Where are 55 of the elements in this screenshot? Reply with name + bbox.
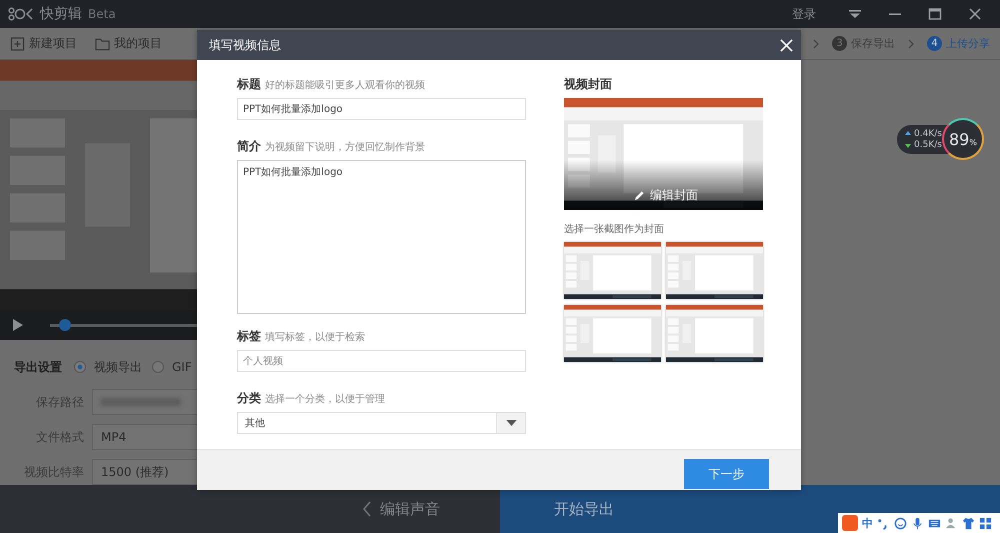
next-button[interactable]: 下一步: [684, 459, 769, 489]
choose-cover-label: 选择一张截图作为封面: [564, 222, 665, 236]
up-arrow-icon: [905, 130, 911, 136]
gauge-percent: 89%: [948, 130, 977, 148]
new-project-button[interactable]: 新建项目: [10, 35, 77, 52]
upload-rate: 0.4K/s: [914, 128, 942, 138]
shirt-icon[interactable]: [962, 516, 975, 530]
settings-title: 导出设置: [14, 358, 62, 376]
field-hint: 选择一个分类，以便于管理: [265, 392, 385, 406]
input-field[interactable]: 个人视频: [237, 350, 526, 372]
caret-icon: [506, 420, 516, 426]
smiley-icon[interactable]: [894, 516, 907, 530]
down-arrow-icon: [905, 142, 911, 148]
chevron-left-icon: [362, 501, 372, 517]
grid-icon[interactable]: [979, 516, 992, 530]
radio-label: 视频导出: [94, 358, 142, 376]
step-number: 3: [832, 36, 847, 51]
field-hint: 好的标题能吸引更多人观看你的视频: [265, 78, 425, 92]
step-number: 4: [927, 36, 942, 51]
field-label: 标签: [237, 328, 261, 345]
radio-button[interactable]: [152, 361, 164, 373]
plus-icon: [10, 36, 25, 50]
app-name: 快剪辑: [40, 5, 82, 23]
field-hint: 填写标签，以便于检索: [265, 330, 365, 344]
my-projects-button[interactable]: 我的项目: [95, 35, 162, 52]
slider-thumb[interactable]: [58, 319, 71, 331]
field-label: 分类: [237, 390, 261, 407]
close-icon[interactable]: [968, 7, 982, 21]
step-label: 上传分享: [946, 36, 990, 51]
play-icon[interactable]: [12, 318, 24, 332]
category-dropdown[interactable]: 其他: [237, 412, 526, 434]
cover-title: 视频封面: [564, 76, 613, 93]
step-tab[interactable]: 4 上传分享: [927, 36, 990, 51]
radio-label: GIF: [172, 360, 192, 374]
beta-label: Beta: [88, 7, 116, 21]
chevron-icon: [812, 38, 820, 50]
chevron-icon: [907, 38, 915, 50]
input-mode[interactable]: 中: [862, 516, 873, 530]
edit-audio-button[interactable]: 编辑声音: [0, 485, 500, 533]
field-label: 简介: [237, 138, 261, 155]
field-label: 标题: [237, 76, 261, 93]
folder-icon: [95, 36, 110, 50]
dialog-title: 填写视频信息: [209, 36, 281, 54]
ime-logo-icon: [842, 515, 858, 531]
download-rate: 0.5K/s: [914, 140, 942, 150]
microphone-icon[interactable]: [911, 516, 924, 530]
radio-button[interactable]: [74, 361, 86, 373]
field-hint: 为视频留下说明，方便回忆制作背景: [265, 140, 425, 154]
maximize-icon[interactable]: [928, 7, 942, 21]
login-link[interactable]: 登录: [792, 6, 816, 22]
description-field[interactable]: PPT如何批量添加logo: [237, 160, 526, 314]
logo-icon: [8, 7, 34, 21]
edit-cover-button[interactable]: 编辑封面: [634, 187, 698, 204]
input-field[interactable]: PPT如何批量添加logo: [237, 98, 526, 120]
dropdown-menu-icon[interactable]: [848, 7, 862, 21]
